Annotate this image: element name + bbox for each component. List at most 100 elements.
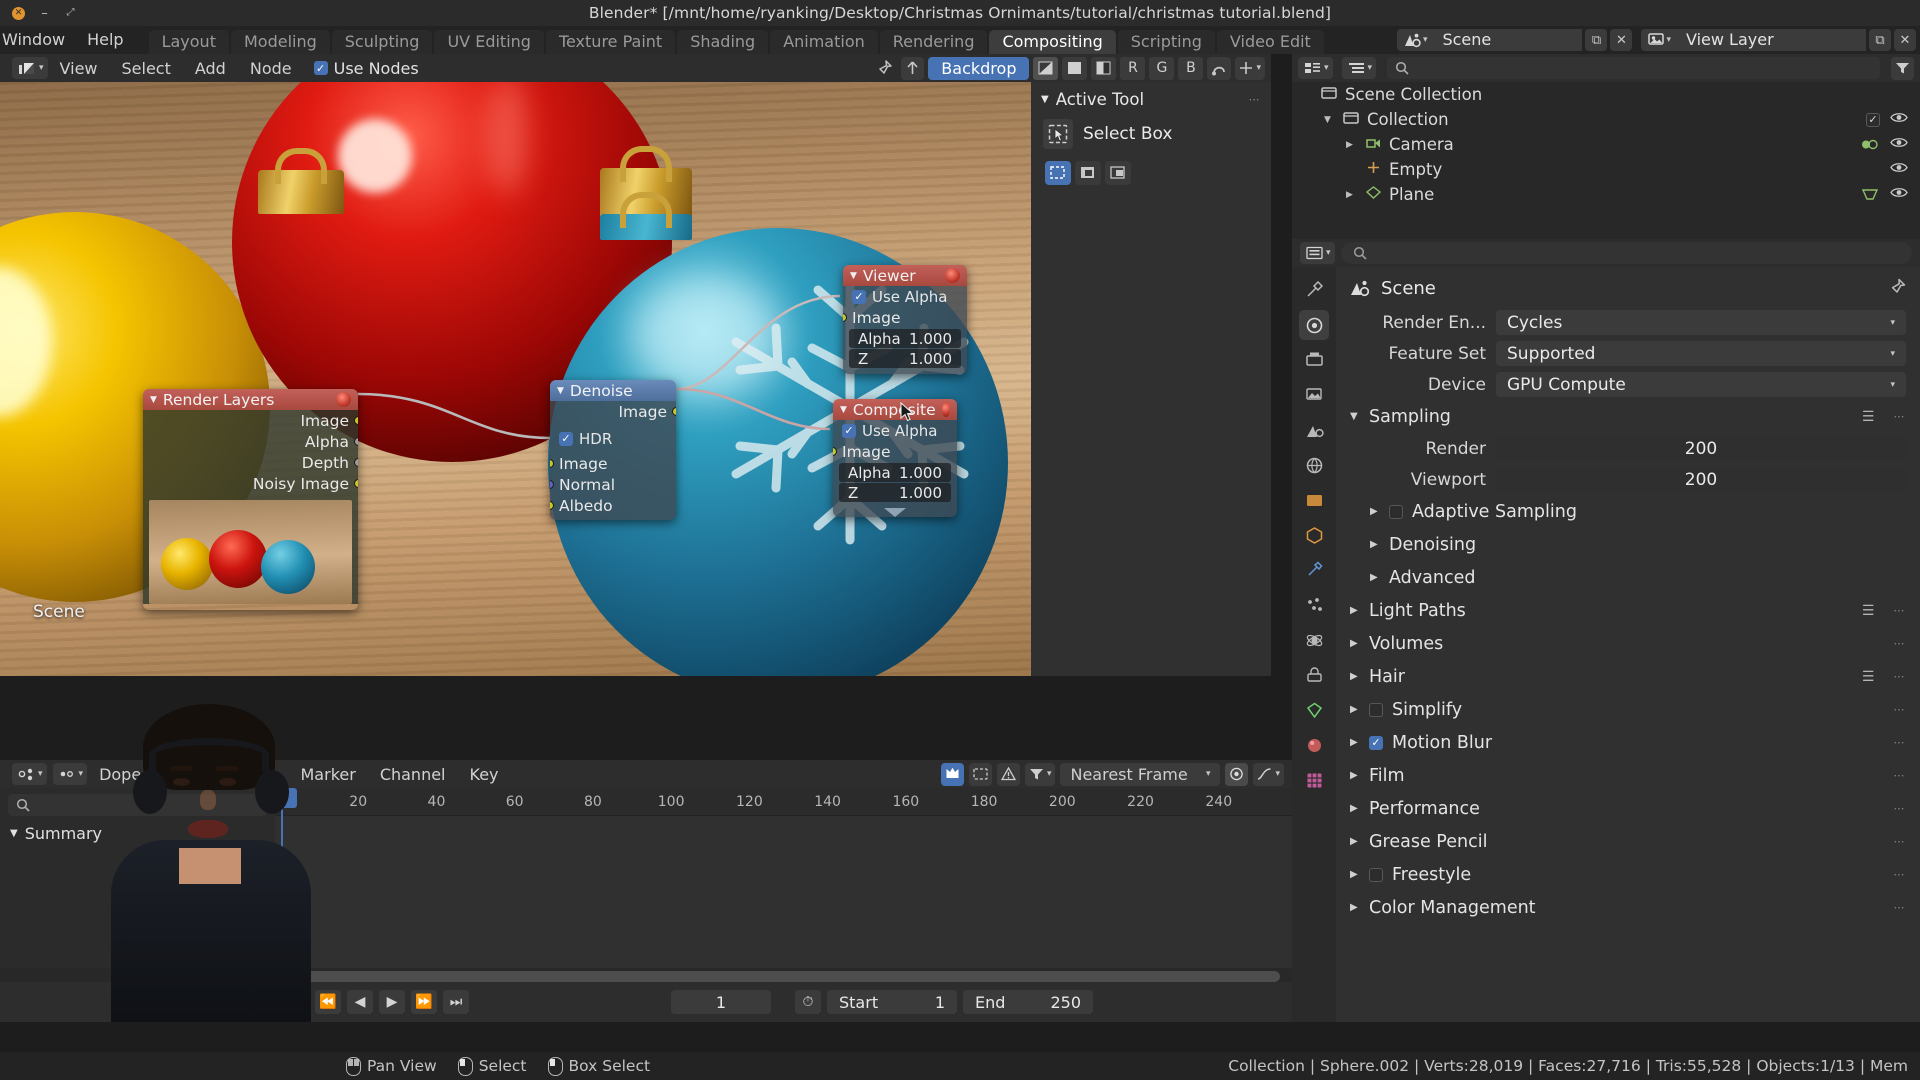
view-layer-selector[interactable]: ▾ View Layer <box>1641 29 1866 51</box>
node-header[interactable]: ▼ Denoise <box>550 380 676 401</box>
menu-window[interactable]: Window <box>0 26 76 54</box>
workspace-tab-sculpting[interactable]: Sculpting <box>332 30 433 54</box>
workspace-tab-layout[interactable]: Layout <box>149 30 229 54</box>
expand-triangle-icon[interactable]: ▶ <box>1370 506 1380 517</box>
unlink-scene-button[interactable]: ✕ <box>1610 29 1632 51</box>
workspace-tab-modeling[interactable]: Modeling <box>231 30 330 54</box>
menu-help[interactable]: Help <box>76 26 134 54</box>
properties-tab-constraint[interactable] <box>1299 660 1329 690</box>
checkbox-icon[interactable]: ✓ <box>1866 113 1880 127</box>
dope-menu-key[interactable]: Key <box>458 765 511 784</box>
timeline-ruler[interactable]: 20406080100120140160180200220240 <box>275 788 1292 816</box>
preset-list-icon[interactable]: ☰ <box>1862 669 1875 685</box>
properties-tab-particles[interactable] <box>1299 590 1329 620</box>
socket-image-in[interactable] <box>550 459 554 468</box>
eye-icon[interactable] <box>1890 136 1908 153</box>
properties-tab-data[interactable] <box>1299 695 1329 725</box>
node-menu-node[interactable]: Node <box>238 59 304 78</box>
section-color-management[interactable]: ▶Color Management⋯ <box>1336 891 1920 924</box>
socket-noisy-image-out[interactable] <box>354 479 358 488</box>
proportional-falloff-dropdown[interactable]: ▾ <box>1253 763 1284 786</box>
section-grease-pencil[interactable]: ▶Grease Pencil⋯ <box>1336 825 1920 858</box>
proportional-editing-button[interactable] <box>1225 763 1248 786</box>
node-render-layers[interactable]: ▼ Render Layers Image Alpha Depth <box>143 389 358 610</box>
mesh-data-icon[interactable] <box>1860 187 1880 202</box>
view-layer-name[interactable]: View Layer <box>1676 29 1866 51</box>
snapping-mode-dropdown[interactable]: Nearest Frame ▾ <box>1060 763 1220 786</box>
properties-tab-material[interactable] <box>1299 730 1329 760</box>
scene-selector[interactable]: ▾ Scene <box>1397 29 1583 51</box>
collapse-triangle-icon[interactable]: ▼ <box>557 386 564 396</box>
node-output-image[interactable]: Image <box>550 401 676 422</box>
node-input-normal[interactable]: Normal <box>550 474 676 495</box>
properties-tab-physics[interactable] <box>1299 625 1329 655</box>
viewer-z-field[interactable]: Z 1.000 <box>849 349 961 368</box>
expand-triangle-icon[interactable]: ▶ <box>1370 539 1380 550</box>
filter-button[interactable]: ▾ <box>1025 763 1056 786</box>
checkbox-icon[interactable] <box>1369 703 1383 717</box>
dope-sheet-keyframe-grid[interactable]: 20406080100120140160180200220240 1 <box>275 788 1292 968</box>
outliner-row-collection[interactable]: ▼Collection✓ <box>1292 107 1920 132</box>
workspace-tab-texture-paint[interactable]: Texture Paint <box>546 30 675 54</box>
snap-mode-button[interactable]: ▾ <box>1235 57 1265 80</box>
number-field[interactable]: 200 <box>1496 436 1906 461</box>
node-input-albedo[interactable]: Albedo <box>550 495 676 516</box>
channel-button-color[interactable] <box>1062 57 1087 80</box>
socket-image-out[interactable] <box>354 416 358 425</box>
expand-triangle-icon[interactable]: ▶ <box>1350 770 1360 781</box>
show-hidden-button[interactable] <box>969 763 992 786</box>
properties-tab-object[interactable] <box>1299 520 1329 550</box>
section-hair[interactable]: ▶Hair☰⋯ <box>1336 660 1920 693</box>
dope-menu-channel[interactable]: Channel <box>368 765 458 784</box>
socket-alpha-out[interactable] <box>354 437 358 446</box>
expand-triangle-icon[interactable]: ▶ <box>1350 638 1360 649</box>
channel-button-color-alpha[interactable] <box>1033 57 1058 80</box>
show-errors-button[interactable] <box>997 763 1020 786</box>
use-preview-range-button[interactable]: ⏱ <box>795 990 821 1014</box>
workspace-tab-uv-editing[interactable]: UV Editing <box>434 30 543 54</box>
new-view-layer-button[interactable]: ⧉ <box>1869 29 1891 51</box>
node-output-image[interactable]: Image <box>143 410 358 431</box>
socket-image-out[interactable] <box>672 407 676 416</box>
collapse-triangle-icon[interactable]: ▼ <box>1041 94 1049 105</box>
outliner-row-camera[interactable]: ▶Camera <box>1292 132 1920 157</box>
preset-list-icon[interactable]: ☰ <box>1862 409 1875 425</box>
preset-list-icon[interactable]: ☰ <box>1862 603 1875 619</box>
subsection-advanced[interactable]: ▶Advanced <box>1336 561 1920 594</box>
node-output-noisy-image[interactable]: Noisy Image <box>143 473 358 494</box>
properties-tab-viewlayer[interactable] <box>1299 380 1329 410</box>
number-field[interactable]: 200 <box>1496 467 1906 492</box>
modifier-icon[interactable] <box>1860 137 1880 152</box>
node-output-depth[interactable]: Depth <box>143 452 358 473</box>
composite-alpha-field[interactable]: Alpha 1.000 <box>839 463 951 482</box>
horizontal-scrollbar[interactable] <box>275 971 1284 982</box>
jump-to-end-button[interactable]: ⏭ <box>443 990 469 1014</box>
socket-depth-out[interactable] <box>354 458 358 467</box>
node-header[interactable]: ▼ Viewer <box>843 265 967 286</box>
section-volumes[interactable]: ▶Volumes⋯ <box>1336 627 1920 660</box>
expand-triangle-icon[interactable]: ▶ <box>1346 190 1358 200</box>
property-dropdown[interactable]: Supported▾ <box>1496 341 1906 366</box>
channel-button-r[interactable]: R <box>1120 57 1145 80</box>
section-performance[interactable]: ▶Performance⋯ <box>1336 792 1920 825</box>
channel-button-b[interactable]: B <box>1178 57 1203 80</box>
select-mode-subtract-button[interactable] <box>1105 161 1131 185</box>
collapse-triangle-icon[interactable]: ▼ <box>150 395 157 405</box>
expand-triangle-icon[interactable]: ▶ <box>1350 869 1360 880</box>
checkbox-icon[interactable] <box>1369 868 1383 882</box>
node-header[interactable]: ▼ Composite <box>833 399 957 420</box>
expand-triangle-icon[interactable]: ▶ <box>1350 803 1360 814</box>
workspace-tab-video-edit[interactable]: Video Edit <box>1217 30 1324 54</box>
node-viewer[interactable]: ▼ Viewer ✓ Use Alpha Image Alpha 1.000 <box>843 265 967 374</box>
pin-icon[interactable] <box>872 57 897 80</box>
select-mode-extend-button[interactable] <box>1075 161 1101 185</box>
editor-type-button[interactable]: ▾ <box>1298 57 1333 79</box>
outliner-display-mode-button[interactable]: ▾ <box>1342 57 1377 79</box>
workspace-tab-compositing[interactable]: Compositing <box>989 30 1115 54</box>
section-freestyle[interactable]: ▶Freestyle⋯ <box>1336 858 1920 891</box>
node-menu-add[interactable]: Add <box>183 59 238 78</box>
properties-tab-collection[interactable] <box>1299 485 1329 515</box>
select-mode-set-button[interactable] <box>1045 161 1071 185</box>
dope-sheet-mode-button[interactable]: ▾ <box>53 763 88 785</box>
checkbox-icon[interactable] <box>1389 505 1403 519</box>
